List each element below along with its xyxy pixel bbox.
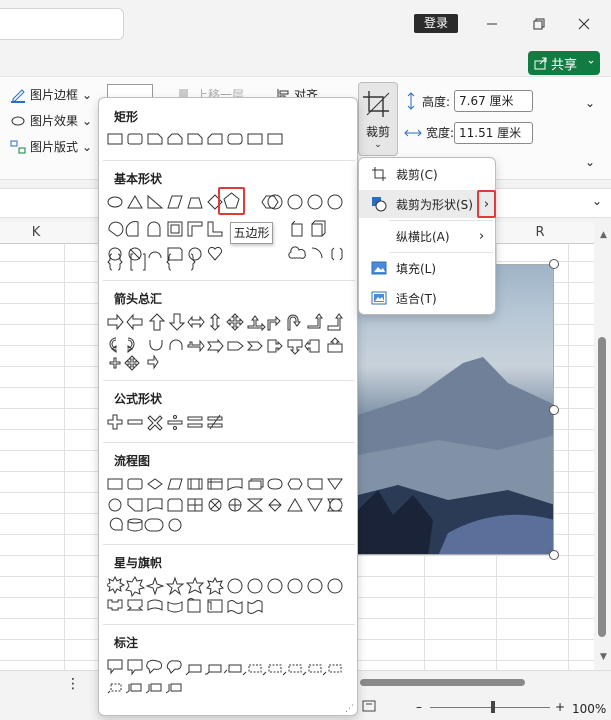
chevron-down-icon: ⌄ xyxy=(82,113,93,128)
picture-border-button[interactable]: 图片边框 ⌄ xyxy=(10,86,92,103)
crop-icon xyxy=(363,91,390,117)
crop-to-shape-label: 裁剪为形状(S) xyxy=(396,197,473,212)
picture-layout-button[interactable]: 图片版式 ⌄ xyxy=(10,138,92,155)
fit-menu-item[interactable]: 适合(T) xyxy=(359,284,495,312)
fit-label: 适合(T) xyxy=(396,291,437,306)
fill-menu-item[interactable]: 填充(L) xyxy=(359,254,495,282)
resize-handle[interactable] xyxy=(549,550,559,560)
column-r[interactable]: R xyxy=(528,222,552,244)
crop-label: 裁剪 xyxy=(365,125,390,139)
section-rectangles: 矩形 xyxy=(114,110,139,124)
picture-border-label: 图片边框 xyxy=(30,88,79,102)
picture-effect-label: 图片效果 xyxy=(30,114,79,128)
height-label: 高度: xyxy=(422,94,451,109)
rectangle-shapes-row[interactable] xyxy=(107,132,347,146)
crop-icon xyxy=(372,167,386,181)
section-callouts: 标注 xyxy=(114,636,139,650)
section-equation-shapes: 公式形状 xyxy=(114,392,163,406)
restore-icon[interactable] xyxy=(527,12,551,36)
chevron-right-icon[interactable]: › xyxy=(477,190,496,218)
page-layout-icon[interactable] xyxy=(362,700,376,712)
aspect-ratio-label: 纵横比(A) xyxy=(396,229,450,244)
shape-tooltip: 五边形 xyxy=(230,222,273,244)
picture-effect-button[interactable]: 图片效果 ⌄ xyxy=(10,112,92,129)
share-button[interactable]: 共享 xyxy=(528,51,600,75)
width-input[interactable]: 11.51 厘米 xyxy=(454,122,533,144)
height-input[interactable]: 7.67 厘米 xyxy=(454,90,533,112)
width-value: 11.51 厘米 xyxy=(459,126,522,140)
fill-image-icon xyxy=(371,261,387,275)
layout-icon xyxy=(10,140,26,153)
section-stars-banners: 星与旗帜 xyxy=(114,556,163,570)
crop-menu: 裁剪(C) 裁剪为形状(S) › 纵横比(A) › 填充(L) 适合(T) xyxy=(358,157,496,315)
collapse-ribbon-icon[interactable]: ⌄ xyxy=(585,96,595,110)
chevron-down-icon xyxy=(588,60,594,64)
search-box[interactable] xyxy=(0,8,124,40)
scroll-thumb[interactable] xyxy=(598,337,606,637)
chevron-down-icon[interactable]: ⌄ xyxy=(585,155,595,169)
chevron-down-icon: ⌄ xyxy=(82,139,93,154)
height-icon xyxy=(407,92,415,110)
share-icon xyxy=(534,57,547,70)
resize-handle[interactable] xyxy=(549,259,559,269)
crop-menu-label: 裁剪(C) xyxy=(396,167,438,182)
section-basic-shapes: 基本形状 xyxy=(114,172,163,186)
chevron-down-icon: ⌄ xyxy=(374,140,382,150)
flowchart-shapes-grid[interactable] xyxy=(107,476,347,536)
callout-shapes-grid[interactable] xyxy=(107,658,347,698)
zoom-in-button[interactable]: + xyxy=(555,700,565,714)
section-block-arrows: 箭头总汇 xyxy=(114,292,163,306)
zoom-out-button[interactable]: – xyxy=(416,700,422,714)
width-label: 宽度: xyxy=(426,126,455,140)
width-label-group: 宽度: xyxy=(404,124,454,141)
equation-shapes-row[interactable] xyxy=(107,412,227,432)
crop-to-shape-menu-item[interactable]: 裁剪为形状(S) › xyxy=(359,190,496,218)
stars-banners-grid[interactable] xyxy=(107,576,347,616)
resize-handle[interactable] xyxy=(549,405,559,415)
chevron-down-icon: ⌄ xyxy=(82,87,93,102)
more-icon[interactable]: ⋮ xyxy=(66,676,80,692)
fit-image-icon xyxy=(371,291,387,305)
height-label-group: 高度: xyxy=(404,92,450,110)
resize-grip-icon[interactable]: ⋰ xyxy=(345,704,354,714)
login-button[interactable]: 登录 xyxy=(414,14,458,33)
vertical-scrollbar[interactable]: ▲ ▼ xyxy=(594,222,611,670)
height-value: 7.67 厘米 xyxy=(459,94,514,108)
effect-icon xyxy=(11,116,25,125)
brace-shapes-row[interactable] xyxy=(107,252,207,272)
pen-icon xyxy=(11,88,25,103)
expand-formula-icon[interactable]: ⌄ xyxy=(592,194,602,208)
crop-button[interactable]: 裁剪 ⌄ xyxy=(358,82,398,156)
section-flowchart: 流程图 xyxy=(114,454,151,468)
zoom-level[interactable]: 100% xyxy=(572,702,606,716)
share-label: 共享 xyxy=(551,57,578,73)
column-k[interactable]: K xyxy=(24,222,48,244)
fill-label: 填充(L) xyxy=(396,261,437,276)
zoom-slider[interactable] xyxy=(430,701,550,713)
minimize-icon[interactable] xyxy=(480,12,504,36)
crop-menu-item[interactable]: 裁剪(C) xyxy=(359,160,495,188)
crop-to-shape-icon xyxy=(372,197,387,212)
pentagon-shape[interactable] xyxy=(218,187,245,215)
shape-gallery: 矩形 基本形状 箭头总汇 公式形状 流程图 星与旗帜 标注 ⋰ xyxy=(98,97,358,716)
block-arrows-grid[interactable] xyxy=(107,312,347,372)
picture-layout-label: 图片版式 xyxy=(30,140,79,154)
aspect-ratio-menu-item[interactable]: 纵横比(A) › xyxy=(359,222,495,250)
horizontal-scrollbar[interactable] xyxy=(360,676,540,688)
chevron-right-icon: › xyxy=(479,228,485,244)
close-icon[interactable] xyxy=(572,12,596,36)
width-icon xyxy=(404,129,422,136)
